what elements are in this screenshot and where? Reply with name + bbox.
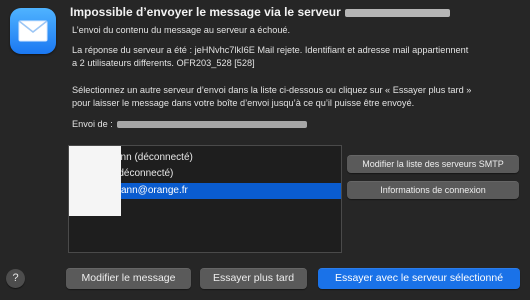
server-item-label: (déconnecté) [115,168,174,179]
sent-from-label: Envoi de : [72,119,113,129]
sent-from-line: Envoi de : [72,118,520,131]
try-later-button[interactable]: Essayer plus tard [200,268,307,289]
question-mark-icon: ? [12,272,19,284]
instructions-line-1: Sélectionnez un autre serveur d’envoi da… [72,85,472,95]
server-item-label: ann@orange.fr [121,185,188,196]
server-item-label: ann (déconnecté) [115,152,193,163]
redacted-account-names [69,146,121,216]
smtp-server-list[interactable]: ann (déconnecté) (déconnecté) ann@orange… [68,145,342,253]
server-response-line-2: a 2 utilisateurs differents. OFR203_528 … [72,58,255,68]
server-response-line-1: La réponse du serveur a été : jeHNvhc7lk… [72,45,469,55]
dialog-title: Impossible d’envoyer le message via le s… [70,5,500,19]
redacted-server-name [344,8,450,17]
instructions-line-2: pour laisser le message dans votre boîte… [72,98,415,108]
envelope-icon [18,20,48,42]
help-button[interactable]: ? [6,269,25,288]
try-selected-server-button[interactable]: Essayer avec le serveur sélectionné [318,268,520,289]
instructions-message: Sélectionnez un autre serveur d’envoi da… [72,84,520,110]
mail-app-icon [10,8,56,54]
dialog-title-text: Impossible d’envoyer le message via le s… [70,5,341,19]
server-response-message: La réponse du serveur a été : jeHNvhc7lk… [72,44,520,70]
redacted-sender-address [117,121,308,129]
connection-info-button[interactable]: Informations de connexion [347,181,519,199]
send-failed-message: L’envoi du contenu du message au serveur… [72,25,291,35]
modify-message-button[interactable]: Modifier le message [66,268,191,289]
edit-smtp-server-list-button[interactable]: Modifier la liste des serveurs SMTP [347,155,519,173]
